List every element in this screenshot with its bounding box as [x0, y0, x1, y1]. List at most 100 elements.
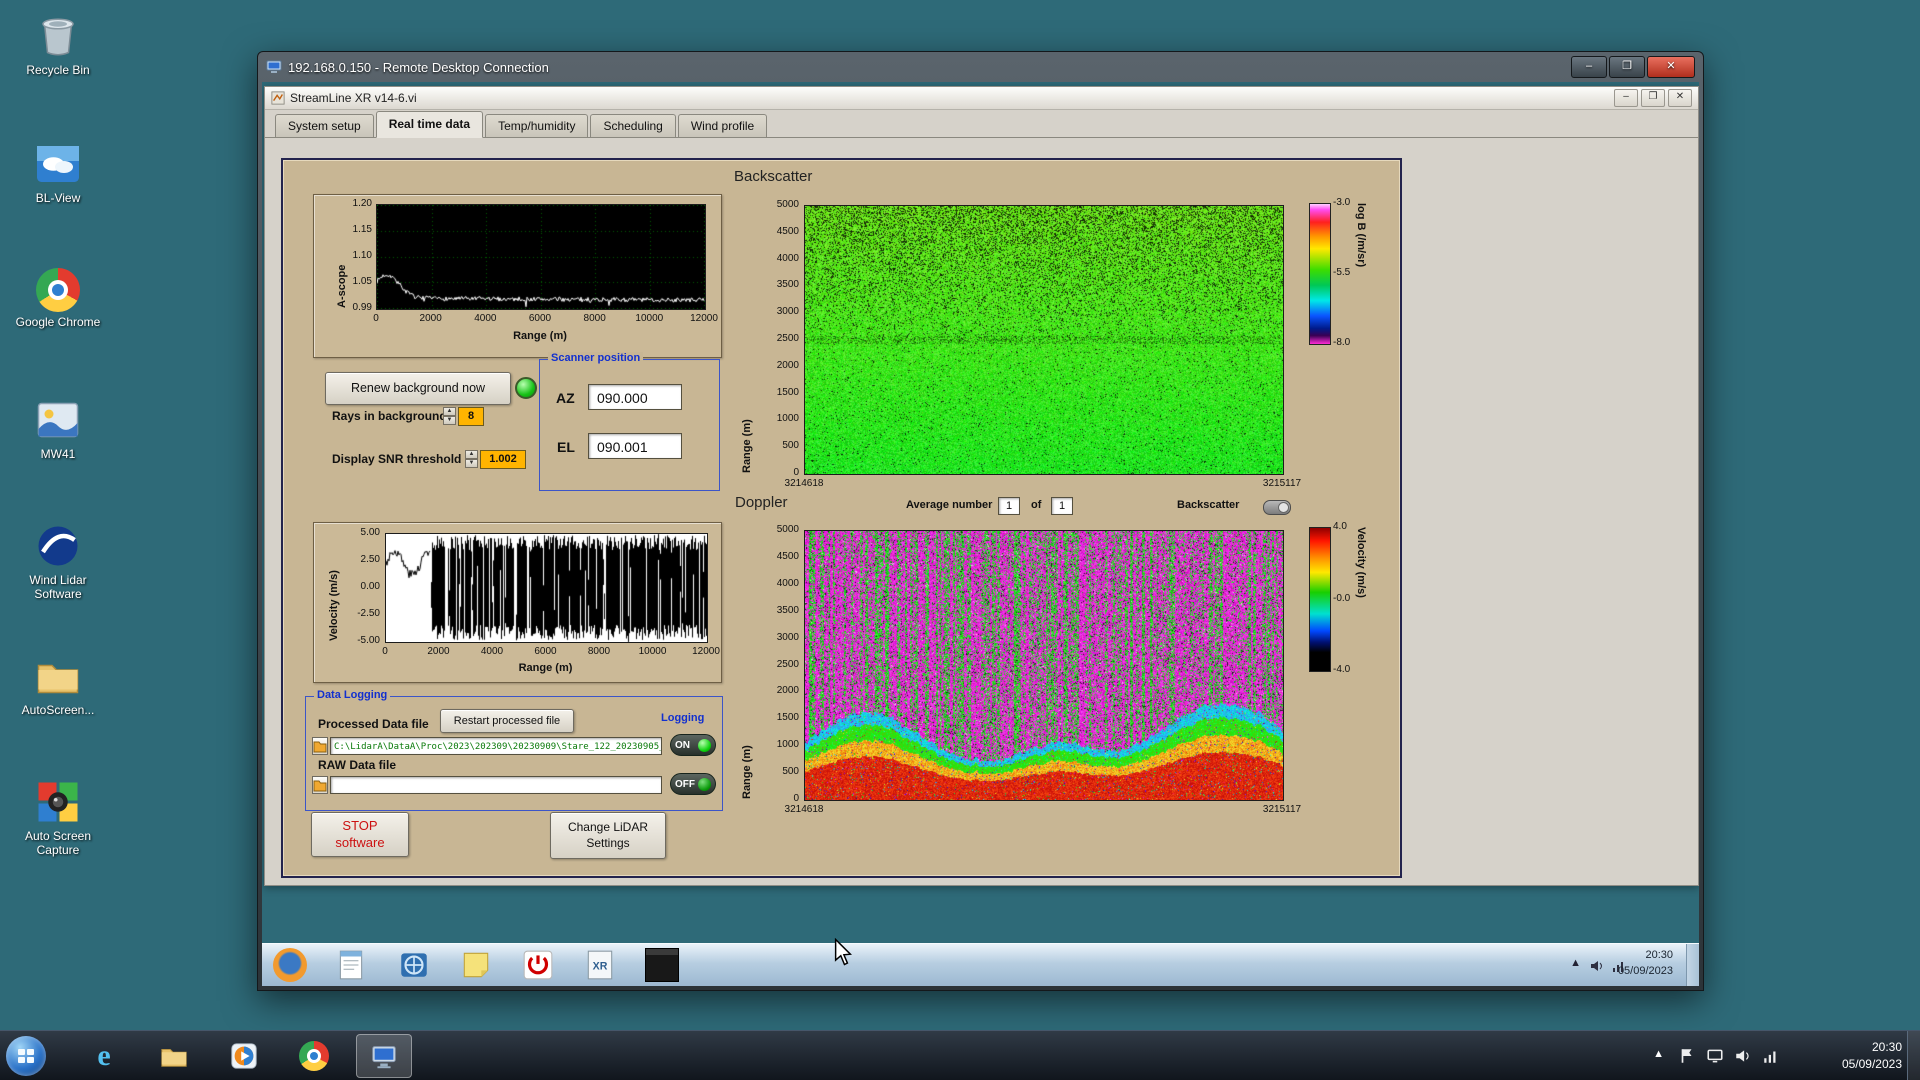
tick-label: 4.0 [1333, 521, 1347, 532]
desktop-icon-label: MW41 [40, 447, 76, 461]
processed-path-field[interactable]: C:\LidarA\DataA\Proc\2023\202309\2023090… [330, 737, 662, 755]
tab-system-setup[interactable]: System setup [275, 114, 374, 137]
show-desktop-strip[interactable] [1907, 1031, 1920, 1080]
tick-label: -8.0 [1333, 337, 1351, 348]
velocity-plot [385, 533, 708, 643]
on-label: ON [675, 739, 690, 751]
of-count-field[interactable]: 1 [1051, 497, 1073, 515]
desktop-icon-wind-lidar[interactable]: Wind Lidar Software [10, 522, 106, 602]
taskbar-rdp-button[interactable] [356, 1034, 412, 1078]
doppler-x-end: 3215117 [1262, 804, 1302, 815]
scanner-position-group: Scanner position AZ 090.000 EL 090.001 [539, 352, 720, 491]
rdp-app-icon [266, 60, 282, 73]
app-restore-button[interactable]: ❐ [1641, 89, 1665, 107]
decrement-icon[interactable]: ▼ [443, 416, 456, 425]
change-lidar-settings-button[interactable]: Change LiDAR Settings [550, 812, 666, 859]
console-icon[interactable] [645, 948, 679, 982]
increment-icon[interactable]: ▲ [443, 407, 456, 416]
rays-stepper[interactable]: ▲ ▼ [443, 407, 456, 425]
remote-date: 05/09/2023 [1617, 964, 1673, 977]
rdp-titlebar[interactable]: 192.168.0.150 - Remote Desktop Connectio… [258, 52, 1703, 82]
desktop: Recycle Bin BL-View Google Chrome MW41 W… [0, 0, 1920, 1080]
doppler-colorbar [1309, 527, 1331, 672]
taskbar-chrome-button[interactable] [286, 1034, 342, 1078]
action-center-flag-icon[interactable] [1678, 1047, 1696, 1065]
volume-icon[interactable] [1589, 958, 1607, 976]
tick-label: -4.0 [1333, 664, 1351, 675]
velocity-x-ticks: 0 2000 4000 6000 8000 10000 12000 [382, 646, 720, 659]
browse-folder-icon[interactable] [312, 737, 328, 755]
network-app-icon[interactable] [397, 948, 431, 982]
host-date: 05/09/2023 [1841, 1056, 1902, 1071]
stop-software-button[interactable]: STOP software [311, 812, 409, 857]
backscatter-toggle-switch[interactable] [1263, 500, 1291, 515]
ie-icon: e [97, 1039, 111, 1072]
taskbar-wmp-button[interactable] [216, 1034, 272, 1078]
close-button[interactable]: ✕ [1647, 56, 1695, 78]
app-titlebar[interactable]: StreamLine XR v14-6.vi – ❐ ✕ [265, 87, 1698, 110]
display-icon[interactable] [1706, 1047, 1724, 1065]
restart-processed-file-button[interactable]: Restart processed file [440, 709, 574, 733]
raw-logging-toggle[interactable]: OFF [670, 773, 716, 795]
az-value-field[interactable]: 090.000 [588, 384, 682, 410]
volume-icon[interactable] [1734, 1047, 1752, 1065]
tick-label: 12000 [690, 313, 718, 324]
desktop-icon-label: Wind Lidar Software [29, 573, 87, 601]
desktop-icon-recycle-bin[interactable]: Recycle Bin [10, 12, 106, 78]
increment-icon[interactable]: ▲ [465, 450, 478, 459]
tick-label: 2500 [776, 658, 799, 670]
notepad-icon[interactable] [334, 948, 368, 982]
maximize-button[interactable]: ❐ [1609, 56, 1645, 78]
snr-value-field[interactable]: 1.002 [480, 450, 526, 469]
tick-label: 2000 [427, 646, 450, 657]
rays-value-field[interactable]: 8 [458, 407, 484, 426]
tick-label: 4000 [480, 646, 504, 657]
processed-logging-toggle[interactable]: ON [670, 734, 716, 756]
desktop-icon-auto-screen-capture[interactable]: Auto Screen Capture [10, 778, 106, 858]
power-app-icon[interactable] [521, 948, 555, 982]
firefox-icon[interactable] [273, 948, 307, 982]
host-taskbar: e ▲ 20:30 05/09/2023 [0, 1030, 1920, 1080]
toggle-knob [1278, 502, 1289, 513]
remote-clock[interactable]: 20:30 05/09/2023 [1618, 948, 1673, 980]
backscatter-y-ticks: 5000 4500 4000 3500 3000 2500 2000 1500 1000 500 0 [761, 200, 799, 478]
sticky-notes-icon[interactable] [459, 948, 493, 982]
desktop-icon-bl-view[interactable]: BL-View [10, 140, 106, 206]
desktop-icon-autoscreen[interactable]: AutoScreen... [10, 652, 106, 718]
el-value-field[interactable]: 090.001 [588, 433, 682, 459]
show-desktop-strip[interactable] [1686, 944, 1699, 986]
backscatter-colorbar-label: log B (/m/sr) [1355, 203, 1367, 268]
tab-temp-humidity[interactable]: Temp/humidity [485, 114, 589, 137]
raw-data-file-label: RAW Data file [318, 758, 397, 772]
renew-background-button[interactable]: Renew background now [325, 372, 511, 405]
tray-expand-icon[interactable]: ▲ [1653, 1048, 1664, 1060]
tick-label: 1500 [776, 386, 799, 398]
tab-wind-profile[interactable]: Wind profile [677, 114, 768, 137]
xr-doc-icon[interactable]: XR [583, 948, 617, 982]
change-button-line2: Settings [586, 836, 630, 851]
taskbar-explorer-button[interactable] [146, 1034, 202, 1078]
network-status-icon[interactable] [1762, 1047, 1780, 1065]
desktop-icon-chrome[interactable]: Google Chrome [10, 268, 106, 330]
logging-label: Logging [658, 712, 708, 724]
desktop-icon-mw41[interactable]: MW41 [10, 396, 106, 462]
average-number-field[interactable]: 1 [998, 497, 1020, 515]
app-close-button[interactable]: ✕ [1668, 89, 1692, 107]
tick-label: 2.50 [360, 554, 380, 565]
tick-label: 1.05 [352, 276, 372, 287]
browse-folder-icon[interactable] [312, 776, 328, 794]
svg-text:XR: XR [593, 960, 608, 972]
host-clock[interactable]: 20:30 05/09/2023 [1842, 1039, 1902, 1073]
tab-real-time-data[interactable]: Real time data [375, 111, 484, 138]
snr-stepper[interactable]: ▲ ▼ [465, 450, 478, 468]
rdp-window-title: 192.168.0.150 - Remote Desktop Connectio… [288, 59, 549, 75]
raw-path-field[interactable] [330, 776, 662, 794]
tray-expand-icon[interactable]: ▲ [1570, 957, 1581, 969]
decrement-icon[interactable]: ▼ [465, 459, 478, 468]
app-minimize-button[interactable]: – [1614, 89, 1638, 107]
screen-capture-icon [34, 778, 82, 826]
minimize-button[interactable]: – [1571, 56, 1607, 78]
start-button[interactable] [6, 1036, 46, 1076]
taskbar-ie-button[interactable]: e [76, 1034, 132, 1078]
tab-scheduling[interactable]: Scheduling [590, 114, 676, 137]
